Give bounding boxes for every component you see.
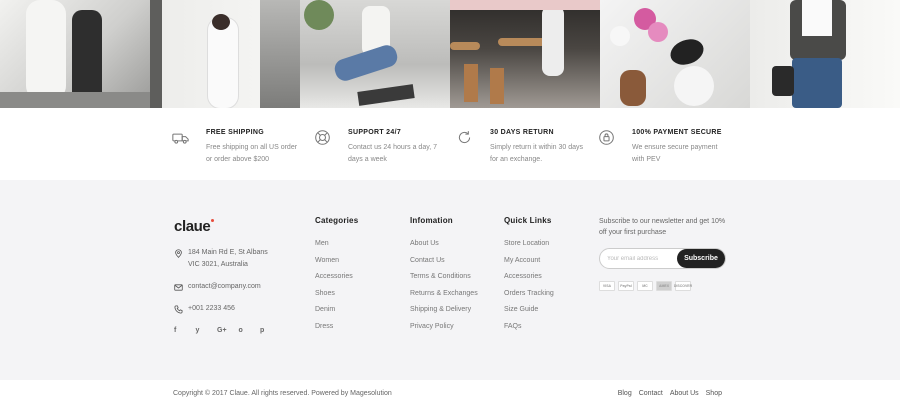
footer-newsletter-column: Subscribe to our newsletter and get 10% … [599, 216, 729, 291]
subscribe-button[interactable]: Subscribe [677, 249, 725, 268]
footer-link[interactable]: About Us [410, 236, 478, 253]
categories-list: Men Women Accessories Shoes Denim Dress [315, 236, 358, 336]
service-desc: Free shipping on all US order or order a… [206, 144, 298, 163]
footer-main: claue 184 Main Rd E, St Albans VIC 3021,… [0, 180, 900, 380]
instagram-strip [0, 0, 900, 108]
newsletter-form: Subscribe [599, 248, 726, 269]
categories-title: Categories [315, 216, 359, 225]
twitter-icon[interactable]: y [196, 327, 218, 334]
footer-link[interactable]: Shoes [315, 286, 358, 303]
footer-link[interactable]: Dress [315, 319, 358, 336]
footer-information-column: Infomation About Us Contact Us Terms & C… [410, 216, 478, 336]
service-desc: We ensure secure payment with PEV [632, 144, 718, 163]
bottom-link-about-us[interactable]: About Us [670, 390, 699, 397]
facebook-icon[interactable]: f [174, 327, 196, 334]
return-icon [456, 128, 490, 180]
footer-link[interactable]: Orders Tracking [504, 286, 554, 303]
footer-quick-links-column: Quick Links Store Location My Account Ac… [504, 216, 554, 336]
newsletter-text: Subscribe to our newsletter and get 10% … [599, 218, 726, 236]
footer-link[interactable]: Accessories [504, 269, 554, 286]
visa-icon: VISA [599, 281, 615, 291]
logo-dot [211, 219, 215, 222]
phone-icon [174, 305, 183, 314]
quick-links-title: Quick Links [504, 216, 552, 225]
footer-link[interactable]: Store Location [504, 236, 554, 253]
footer-link[interactable]: Shipping & Delivery [410, 302, 478, 319]
service-title: SUPPORT 24/7 [348, 129, 402, 136]
information-list: About Us Contact Us Terms & Conditions R… [410, 236, 478, 336]
copyright-text: Copyright © 2017 Claue. All rights reser… [173, 389, 392, 397]
address: 184 Main Rd E, St Albans VIC 3021, Austr… [174, 247, 282, 271]
service-title: FREE SHIPPING [206, 129, 264, 136]
bottom-link-contact[interactable]: Contact [639, 390, 663, 397]
service-title: 30 DAYS RETURN [490, 129, 554, 136]
paypal-icon: PayPal [618, 281, 634, 291]
instagram-photo-3[interactable] [300, 0, 450, 108]
information-title: Infomation [410, 216, 453, 225]
newsletter-email-input[interactable] [607, 255, 677, 262]
phone-text[interactable]: +001 2233 456 [188, 303, 235, 315]
footer-link[interactable]: Denim [315, 302, 358, 319]
footer-link[interactable]: Women [315, 253, 358, 270]
phone: +001 2233 456 [174, 303, 282, 315]
footer-brand-column: claue 184 Main Rd E, St Albans VIC 3021,… [174, 218, 282, 334]
footer-link[interactable]: Size Guide [504, 302, 554, 319]
footer-link[interactable]: Terms & Conditions [410, 269, 478, 286]
logo[interactable]: claue [174, 218, 282, 235]
bottom-bar: Copyright © 2017 Claue. All rights reser… [0, 380, 900, 406]
address-text: 184 Main Rd E, St Albans VIC 3021, Austr… [188, 249, 268, 268]
map-pin-icon [175, 249, 182, 258]
google-plus-icon[interactable]: G+ [217, 327, 239, 334]
service-return: 30 DAYS RETURN Simply return it within 3… [456, 128, 598, 180]
service-support: SUPPORT 24/7 Contact us 24 hours a day, … [314, 128, 456, 180]
service-payment-secure: 100% PAYMENT SECURE We ensure secure pay… [598, 128, 740, 180]
pinterest-icon[interactable]: p [260, 327, 282, 334]
service-desc: Contact us 24 hours a day, 7 days a week [348, 144, 437, 163]
email: contact@company.com [174, 281, 282, 293]
service-desc: Simply return it within 30 days for an e… [490, 144, 583, 163]
bottom-link-shop[interactable]: Shop [706, 390, 722, 397]
lifebuoy-icon [314, 128, 348, 180]
email-text[interactable]: contact@company.com [188, 281, 261, 293]
footer-link[interactable]: Contact Us [410, 253, 478, 270]
instagram-icon[interactable]: o [239, 327, 261, 334]
lock-icon [598, 128, 632, 180]
payment-methods: VISA PayPal MC AMEX DISCOVER [599, 281, 729, 291]
instagram-photo-1[interactable] [0, 0, 150, 108]
quick-links-list: Store Location My Account Accessories Or… [504, 236, 554, 336]
amex-icon: AMEX [656, 281, 672, 291]
instagram-photo-4[interactable] [450, 0, 600, 108]
mastercard-icon: MC [637, 281, 653, 291]
footer-link[interactable]: Accessories [315, 269, 358, 286]
footer-categories-column: Categories Men Women Accessories Shoes D… [315, 216, 358, 336]
service-free-shipping: FREE SHIPPING Free shipping on all US or… [172, 128, 314, 180]
service-title: 100% PAYMENT SECURE [632, 129, 722, 136]
instagram-photo-6[interactable] [750, 0, 900, 108]
bottom-links: Blog Contact About Us Shop [611, 390, 722, 397]
logo-text: claue [174, 218, 211, 235]
footer-link[interactable]: Returns & Exchanges [410, 286, 478, 303]
social-links: f y G+ o p [174, 327, 282, 334]
instagram-photo-2[interactable] [150, 0, 300, 108]
discover-icon: DISCOVER [674, 281, 692, 291]
instagram-photo-5[interactable] [600, 0, 750, 108]
mail-icon [174, 284, 183, 291]
truck-icon [172, 128, 206, 180]
footer-link[interactable]: My Account [504, 253, 554, 270]
footer-link[interactable]: FAQs [504, 319, 554, 336]
footer-link[interactable]: Men [315, 236, 358, 253]
footer-link[interactable]: Privacy Policy [410, 319, 478, 336]
services-bar: FREE SHIPPING Free shipping on all US or… [0, 108, 900, 180]
bottom-link-blog[interactable]: Blog [618, 390, 632, 397]
